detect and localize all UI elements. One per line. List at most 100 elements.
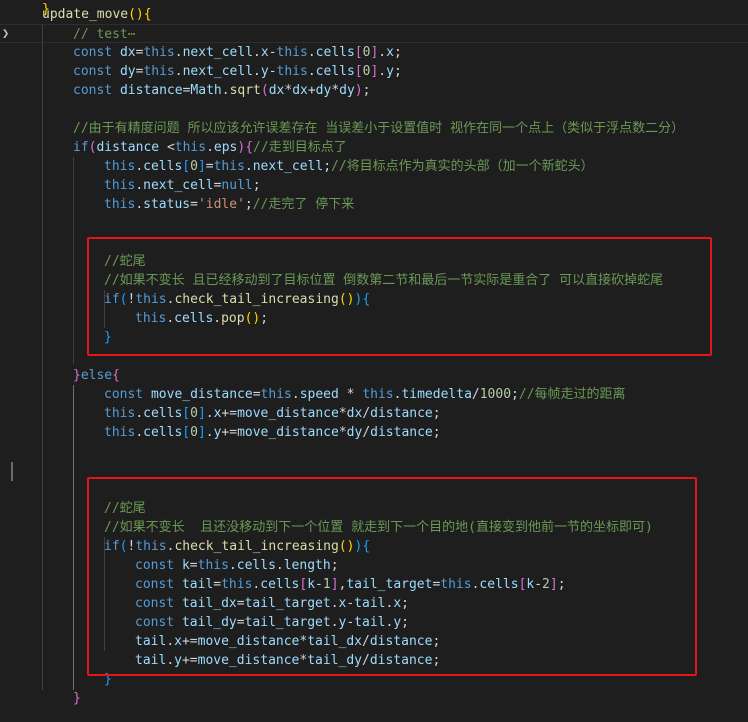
code-token: speed [299, 387, 347, 402]
code-token: . [253, 64, 261, 79]
code-line[interactable]: const dy=this.next_cell.y-this.cells[0].… [0, 62, 748, 81]
code-token: //走到目标点了 [253, 140, 347, 155]
code-token: this [143, 64, 175, 79]
code-line[interactable]: this.cells[0].x+=move_distance*dx/distan… [0, 404, 748, 423]
code-token: ) [354, 83, 363, 98]
code-token: const [73, 83, 120, 98]
code-token: = [205, 159, 214, 174]
code-token: . [307, 45, 316, 60]
code-token: x [386, 45, 394, 60]
code-token: - [268, 64, 277, 79]
code-token: } [73, 691, 81, 706]
code-token: / [362, 406, 371, 421]
code-token: ; [432, 425, 441, 440]
code-line[interactable]: this.next_cell=null; [0, 176, 748, 195]
code-token: . [135, 197, 144, 212]
code-token: += [221, 406, 238, 421]
code-line[interactable]: this.status='idle';//走完了 停下来 [0, 195, 748, 214]
code-token: //走完了 停下来 [252, 197, 355, 212]
code-token: y [386, 64, 394, 79]
code-token: / [362, 425, 371, 440]
code-token: this [276, 64, 308, 79]
code-token: . [174, 45, 183, 60]
code-token: dx [119, 45, 136, 60]
code-line[interactable]: // test⋯ [0, 24, 748, 43]
code-line[interactable]: const move_distance=this.speed * this.ti… [0, 385, 748, 404]
code-token: this [104, 197, 136, 212]
code-token: . [135, 178, 144, 193]
chevron-right-icon[interactable]: ❯ [2, 26, 9, 40]
code-token: ⋯ [127, 27, 136, 42]
code-token: this [104, 406, 136, 421]
code-token: ; [393, 64, 402, 79]
code-line[interactable] [0, 100, 748, 119]
code-token: * [338, 406, 347, 421]
code-line[interactable] [0, 442, 748, 461]
code-line[interactable]: } [0, 689, 748, 708]
code-editor[interactable]: update_move(){// test⋯ const dx=this.next… [0, 0, 748, 722]
code-token: this [362, 387, 394, 402]
code-token: [ [354, 45, 363, 60]
code-token: const [73, 64, 120, 79]
code-token: . [291, 387, 300, 402]
code-token: this [143, 45, 175, 60]
code-token: Math [190, 83, 222, 98]
code-token: cells [143, 425, 183, 440]
code-token: move_distance [237, 406, 339, 421]
code-token: += [221, 425, 238, 440]
code-token: = [252, 387, 261, 402]
code-token: 1000 [479, 387, 512, 402]
code-token: distance [370, 406, 433, 421]
code-token: . [378, 64, 387, 79]
code-token: //将目标点作为真实的头部（加一个新蛇头） [331, 159, 594, 174]
code-token: this [174, 140, 207, 155]
code-token: { [245, 140, 254, 155]
code-token: eps [213, 140, 238, 155]
code-token: distance [96, 140, 167, 155]
code-token: if [73, 140, 89, 155]
code-token: this [276, 45, 308, 60]
code-token: = [190, 197, 198, 212]
code-token: * [346, 387, 363, 402]
code-token: else [80, 368, 113, 383]
code-token: * [331, 83, 340, 98]
code-token: next_cell [182, 64, 254, 79]
code-line[interactable]: if(distance <this.eps){//走到目标点了 [0, 138, 748, 157]
code-line[interactable]: this.cells[0]=this.next_cell;//将目标点作为真实的… [0, 157, 748, 176]
code-token: / [471, 387, 480, 402]
code-line[interactable]: } [0, 0, 748, 19]
code-token: . [135, 159, 144, 174]
code-token: . [206, 140, 214, 155]
code-token: next_cell [143, 178, 214, 193]
code-line[interactable]: }else{ [0, 366, 748, 385]
code-token: dy [339, 83, 355, 98]
code-line[interactable]: //由于有精度问题 所以应该允许误差存在 当误差小于设置值时 视作在同一个点上（… [0, 119, 748, 138]
code-token: status [143, 197, 191, 212]
code-token: + [307, 83, 316, 98]
code-token: move_distance [150, 387, 253, 402]
code-token: distance [119, 83, 183, 98]
code-token: [ [182, 406, 191, 421]
code-token: const [73, 45, 120, 60]
code-token: this [104, 425, 136, 440]
code-token: [ [182, 159, 191, 174]
code-token: 0 [190, 425, 198, 440]
code-token: //由于有精度问题 所以应该允许误差存在 当误差小于设置值时 视作在同一个点上（… [73, 121, 685, 136]
code-line[interactable] [0, 214, 748, 233]
highlight-box-tail-pop [87, 237, 712, 356]
code-token: . [174, 64, 183, 79]
code-line[interactable]: const distance=Math.sqrt(dx*dx+dy*dy); [0, 81, 748, 100]
code-token: . [378, 45, 387, 60]
code-token: } [73, 368, 81, 383]
code-token: cells [315, 45, 355, 60]
code-line[interactable]: const dx=this.next_cell.x-this.cells[0].… [0, 43, 748, 62]
code-line[interactable]: this.cells[0].y+=move_distance*dy/distan… [0, 423, 748, 442]
code-token: . [135, 425, 144, 440]
code-token: cells [143, 406, 183, 421]
code-token: y [260, 64, 269, 79]
code-token: { [112, 368, 120, 383]
code-token: x [260, 45, 269, 60]
code-token: . [205, 406, 214, 421]
code-token: dy [119, 64, 136, 79]
code-token: this [104, 178, 136, 193]
